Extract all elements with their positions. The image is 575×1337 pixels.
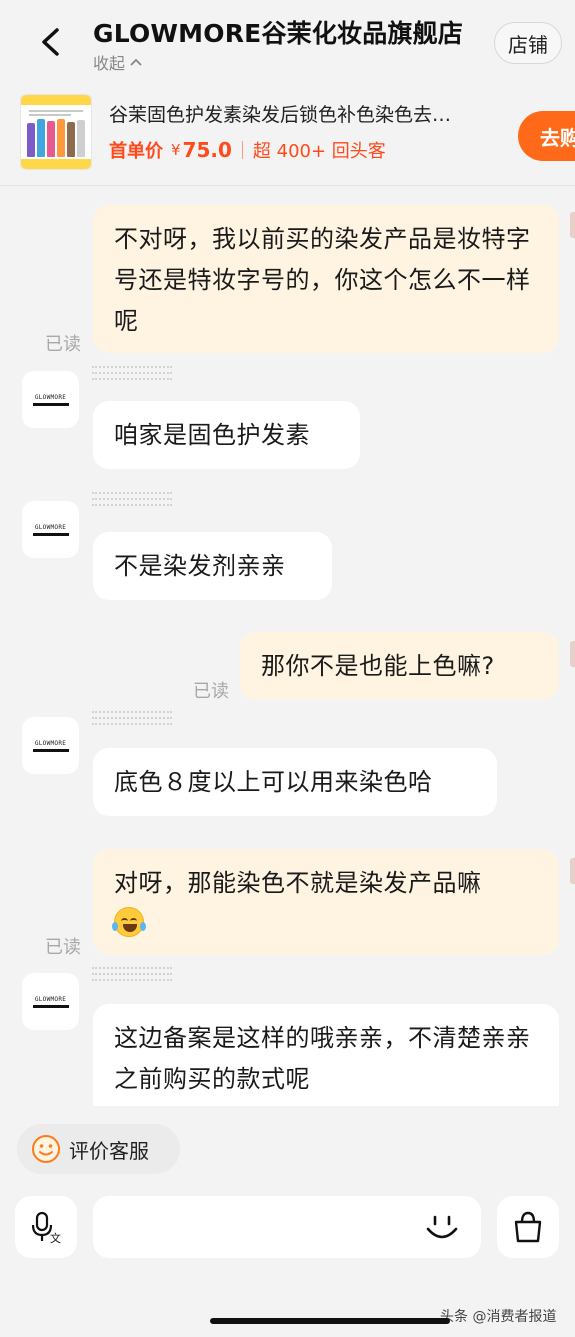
collapse-label: 收起 <box>93 54 126 73</box>
voice-input-button[interactable]: 文 <box>15 1196 77 1258</box>
currency-symbol: ¥ <box>171 141 181 159</box>
read-receipt: 已读 <box>45 937 81 958</box>
svg-text:文: 文 <box>50 1231 61 1244</box>
rate-service-button[interactable]: 评价客服 <box>17 1124 180 1174</box>
smile-icon <box>32 1135 60 1163</box>
message-text: 不对呀，我以前买的染发产品是妆特字号还是特妆字号的，你这个怎么不一样呢 <box>114 225 531 335</box>
avatar-logo-bar <box>32 1004 69 1008</box>
sender-name-blurred <box>92 707 172 729</box>
chevron-up-icon <box>130 58 142 66</box>
avatar-logo: GLOWMORE <box>34 739 67 747</box>
store-message-bubble[interactable]: 这边备案是这样的哦亲亲，不清楚亲亲之前购买的款式呢 <box>93 1004 559 1106</box>
thumbnail-text-line <box>29 110 83 112</box>
my-avatar-edge <box>570 858 575 884</box>
back-button[interactable] <box>30 22 70 62</box>
sender-name-blurred <box>92 963 172 985</box>
voice-text-icon: 文 <box>31 1211 61 1244</box>
product-bag-button[interactable] <box>497 1196 559 1258</box>
thumbnail-bottles <box>27 119 85 157</box>
sender-name-blurred <box>92 488 172 510</box>
my-message-bubble[interactable]: 那你不是也能上色嘛? <box>240 632 559 700</box>
chevron-left-icon <box>42 28 59 56</box>
product-title[interactable]: 谷茉固色护发素染发后锁色补色染色去… <box>109 100 509 127</box>
product-price: 75.0 <box>182 138 232 162</box>
sender-name-blurred <box>92 362 172 384</box>
product-card[interactable]: 谷茉固色护发素染发后锁色补色染色去… 首单价 ¥ 75.0 超 400+ 回头客 <box>0 82 575 186</box>
home-indicator[interactable] <box>210 1318 450 1324</box>
message-text: 那你不是也能上色嘛? <box>261 652 495 680</box>
avatar-logo-bar <box>32 402 69 406</box>
shopping-bag-icon <box>514 1211 542 1243</box>
divider <box>241 141 243 159</box>
watermark-text: 头条 @消费者报道 <box>440 1309 557 1325</box>
go-buy-button[interactable]: 去购 <box>518 111 575 161</box>
thumbnail-banner <box>21 95 91 105</box>
avatar-logo-bar <box>32 532 69 536</box>
price-row: 首单价 ¥ 75.0 超 400+ 回头客 <box>109 137 386 163</box>
thumbnail-text-line <box>29 114 71 116</box>
avatar-logo-bar <box>32 748 69 752</box>
my-message-bubble[interactable]: 对呀，那能染色不就是染发产品嘛 <box>93 849 559 955</box>
store-avatar[interactable]: GLOWMORE <box>22 501 79 558</box>
product-thumbnail[interactable] <box>20 94 92 170</box>
message-text: 不是染发剂亲亲 <box>114 552 286 580</box>
rate-service-label: 评价客服 <box>69 1138 149 1163</box>
read-receipt: 已读 <box>193 681 229 702</box>
shop-button[interactable]: 店铺 <box>494 22 562 64</box>
my-avatar-edge <box>570 641 575 667</box>
store-avatar[interactable]: GLOWMORE <box>22 973 79 1030</box>
store-message-bubble[interactable]: 不是染发剂亲亲 <box>93 532 332 600</box>
store-message-bubble[interactable]: 咱家是固色护发素 <box>93 401 360 469</box>
message-text: 咱家是固色护发素 <box>114 421 310 449</box>
emoji-face-icon <box>426 1215 458 1239</box>
emoji-button[interactable] <box>420 1206 464 1250</box>
avatar-logo: GLOWMORE <box>34 995 67 1003</box>
read-receipt: 已读 <box>45 334 81 355</box>
repeat-customers: 超 400+ 回头客 <box>252 141 386 162</box>
my-avatar-edge <box>570 212 575 238</box>
message-text: 底色８度以上可以用来染色哈 <box>114 768 433 796</box>
thumbnail-footer <box>21 159 91 169</box>
laughing-tears-emoji-icon <box>112 907 146 937</box>
collapse-toggle[interactable]: 收起 <box>93 50 142 74</box>
chat-header: GLOWMORE谷茉化妆品旗舰店 收起 店铺 <box>0 0 575 82</box>
store-avatar[interactable]: GLOWMORE <box>22 717 79 774</box>
message-text: 对呀，那能染色不就是染发产品嘛 <box>114 869 482 897</box>
my-message-bubble[interactable]: 不对呀，我以前买的染发产品是妆特字号还是特妆字号的，你这个怎么不一样呢 <box>93 205 559 353</box>
store-name[interactable]: GLOWMORE谷茉化妆品旗舰店 <box>93 14 463 50</box>
first-order-label: 首单价 <box>109 141 163 162</box>
avatar-logo: GLOWMORE <box>34 393 67 401</box>
message-text: 这边备案是这样的哦亲亲，不清楚亲亲之前购买的款式呢 <box>114 1024 531 1093</box>
store-message-bubble[interactable]: 底色８度以上可以用来染色哈 <box>93 748 497 816</box>
avatar-logo: GLOWMORE <box>34 523 67 531</box>
store-avatar[interactable]: GLOWMORE <box>22 371 79 428</box>
